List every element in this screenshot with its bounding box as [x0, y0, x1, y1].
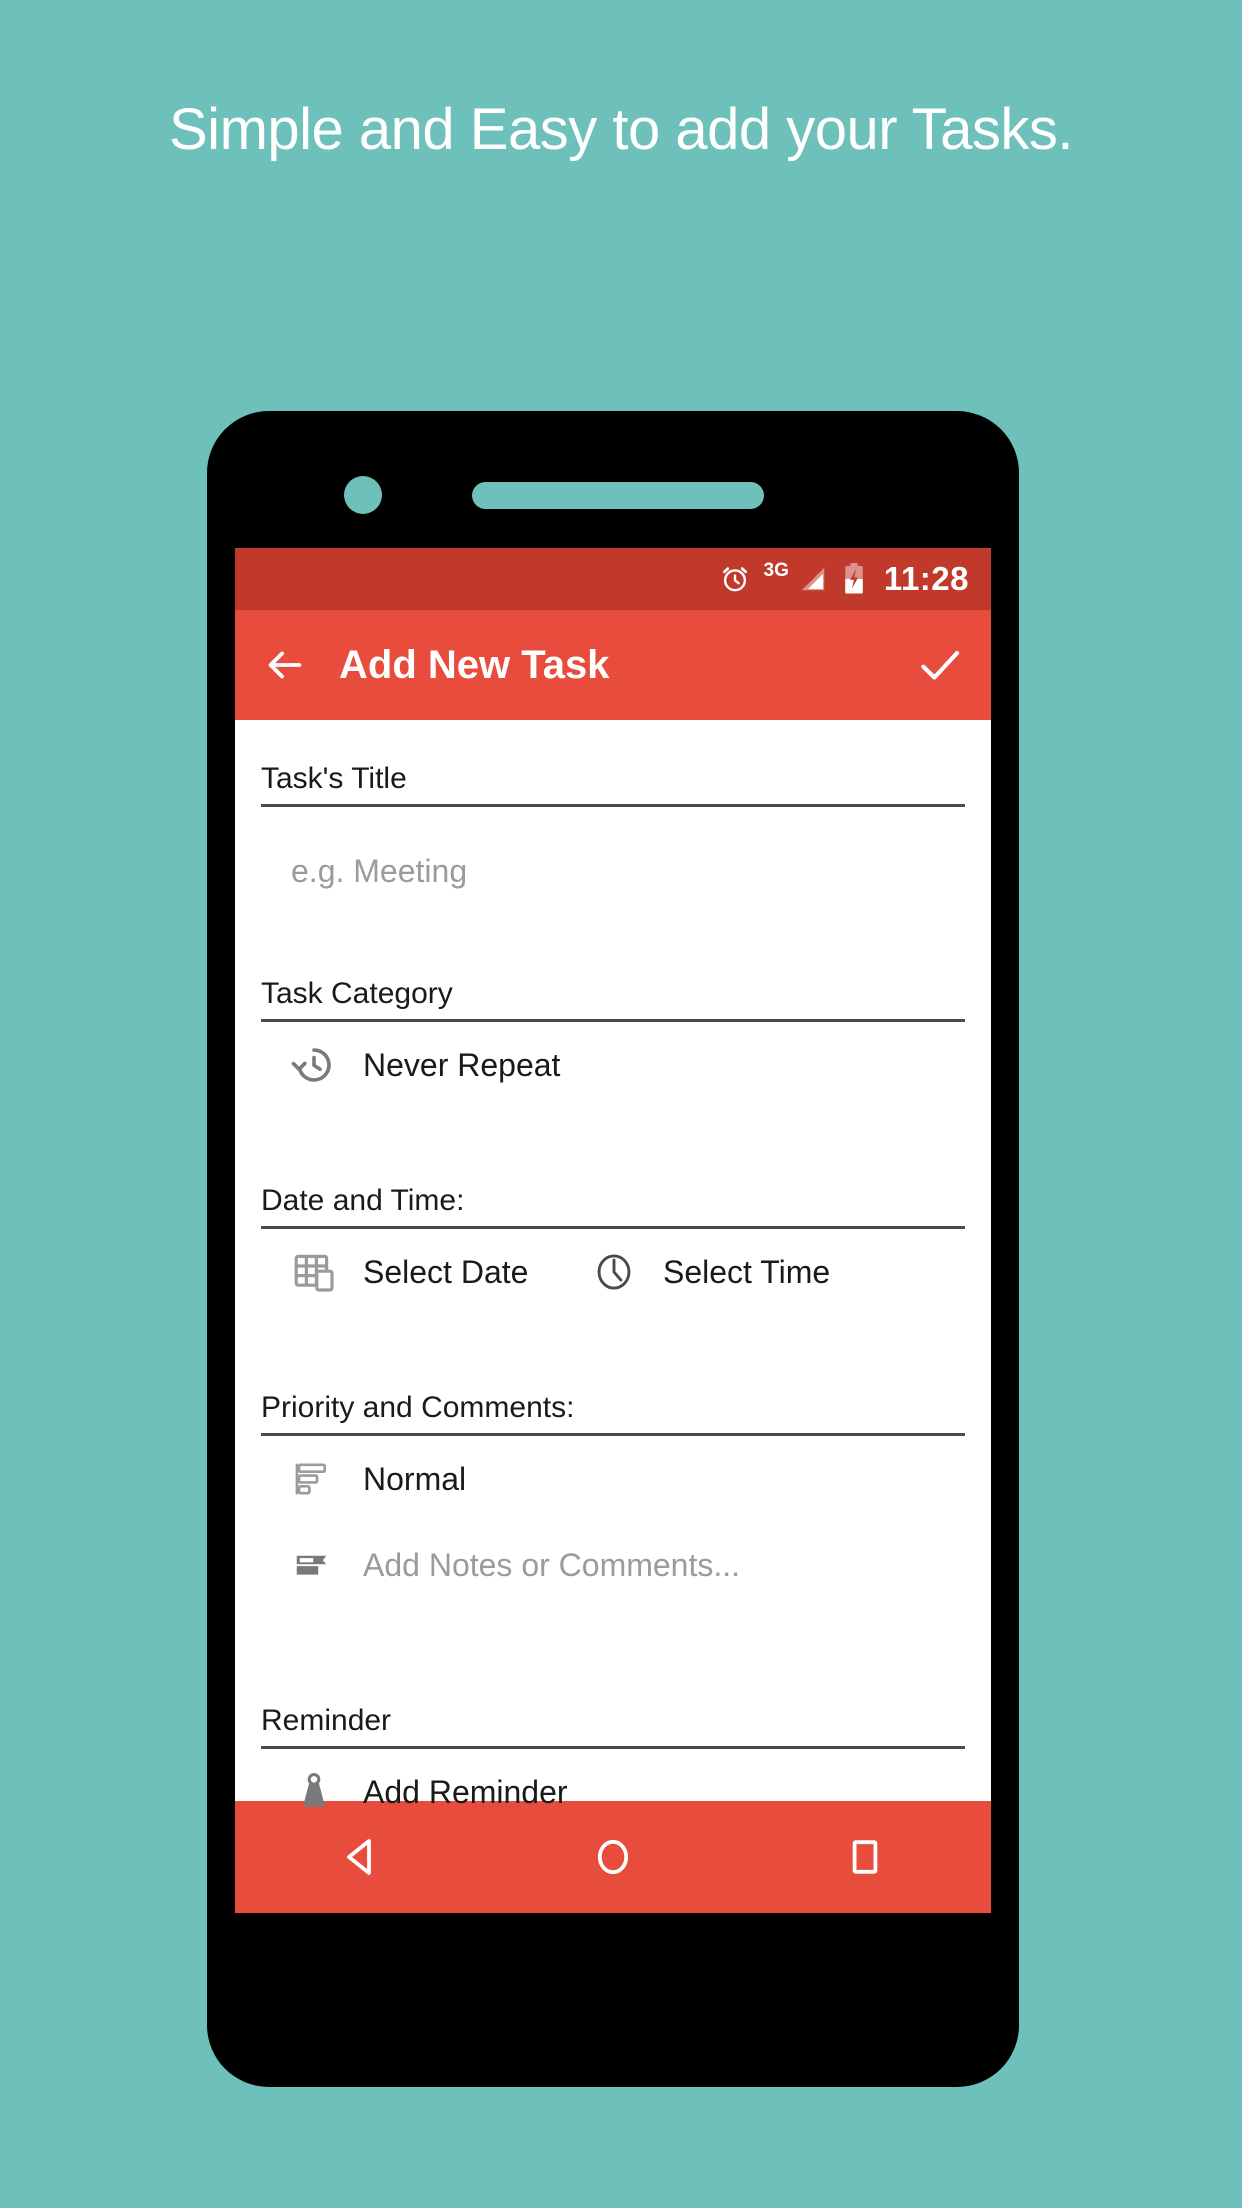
label-date-and-time: Date and Time:: [261, 1184, 465, 1217]
task-title-placeholder: e.g. Meeting: [291, 852, 468, 889]
priority-value: Normal: [363, 1460, 467, 1497]
nav-back-triangle-icon[interactable]: [281, 1833, 441, 1881]
notes-icon: [291, 1542, 349, 1588]
page-title: Add New Task: [339, 642, 610, 687]
spacer-after-category: [261, 1108, 965, 1142]
select-date-label: Select Date: [363, 1253, 529, 1290]
clock-icon: [591, 1249, 649, 1295]
bell-reminder-icon: [291, 1769, 349, 1815]
nav-recents-square-icon[interactable]: [785, 1833, 945, 1881]
alarm-clock-icon: [719, 563, 751, 595]
add-reminder-label: Add Reminder: [363, 1773, 568, 1810]
date-time-row: Select Date Select Time: [261, 1229, 965, 1315]
network-type-label: 3G: [763, 560, 789, 581]
label-task-category: Task Category: [261, 977, 453, 1010]
task-title-input[interactable]: e.g. Meeting: [261, 807, 965, 935]
promo-headline: Simple and Easy to add your Tasks.: [169, 97, 1073, 162]
label-priority-and-comments: Priority and Comments:: [261, 1391, 575, 1424]
select-date-button[interactable]: Select Date: [291, 1248, 591, 1296]
phone-screen: 3G 11:28 Add New Task Task's Title e.g. …: [235, 548, 991, 1913]
front-camera-icon: [344, 476, 382, 514]
priority-lines-icon: [291, 1456, 349, 1502]
status-bar-clock: 11:28: [883, 560, 969, 597]
label-tasks-title: Task's Title: [261, 762, 407, 795]
phone-mockup: 3G 11:28 Add New Task Task's Title e.g. …: [207, 411, 1019, 2087]
earpiece-speaker: [472, 482, 764, 509]
android-nav-bar: [235, 1801, 991, 1913]
spacer-after-priority: [261, 1608, 965, 1662]
history-repeat-icon: [291, 1042, 349, 1088]
app-bar: Add New Task: [235, 610, 991, 720]
nav-home-circle-icon[interactable]: [533, 1833, 693, 1881]
label-reminder: Reminder: [261, 1704, 392, 1737]
priority-row[interactable]: Normal: [261, 1436, 965, 1522]
notes-placeholder: Add Notes or Comments...: [363, 1546, 741, 1583]
notes-row[interactable]: Add Notes or Comments...: [261, 1522, 965, 1608]
task-repeat-value: Never Repeat: [363, 1046, 561, 1083]
task-repeat-row[interactable]: Never Repeat: [261, 1022, 965, 1108]
check-icon[interactable]: [915, 640, 965, 690]
back-arrow-icon[interactable]: [261, 642, 307, 688]
select-time-label: Select Time: [663, 1253, 831, 1290]
calendar-icon: [291, 1248, 349, 1296]
spacer-after-datetime: [261, 1315, 965, 1349]
status-bar: 3G 11:28: [235, 548, 991, 610]
add-task-form: Task's Title e.g. Meeting Task Category …: [235, 720, 991, 1810]
signal-bars-icon: [798, 564, 828, 594]
battery-charging-icon: [841, 563, 867, 595]
select-time-button[interactable]: Select Time: [591, 1249, 830, 1295]
